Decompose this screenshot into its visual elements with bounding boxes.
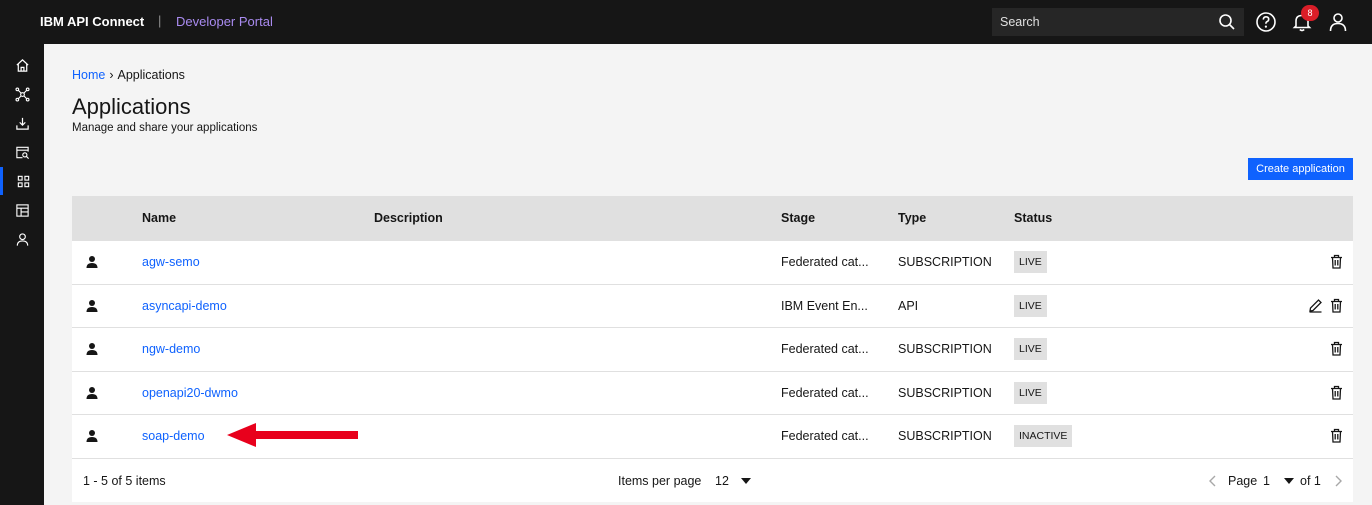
column-header-description[interactable]: Description <box>374 211 443 225</box>
app-type: SUBSCRIPTION <box>898 385 992 400</box>
nav-apis[interactable] <box>0 80 44 108</box>
edit-pencil-icon[interactable] <box>1308 298 1323 313</box>
nav-user[interactable] <box>0 225 44 253</box>
catalog-search-icon <box>15 146 29 159</box>
create-application-button[interactable]: Create application <box>1248 158 1353 180</box>
nav-dashboard[interactable] <box>0 196 44 224</box>
nav-applications[interactable] <box>0 167 44 195</box>
trash-icon[interactable] <box>1329 298 1344 313</box>
side-navigation <box>0 44 44 505</box>
page-total: of 1 <box>1300 473 1321 488</box>
app-name-link[interactable]: openapi20-dwmo <box>142 386 238 400</box>
next-page-icon[interactable] <box>1333 475 1343 487</box>
app-name-link[interactable]: asyncapi-demo <box>142 299 227 313</box>
previous-page-icon[interactable] <box>1208 475 1218 487</box>
dashboard-icon <box>15 203 29 217</box>
column-header-name[interactable]: Name <box>142 211 176 225</box>
app-stage: Federated cat... <box>781 255 869 269</box>
status-badge: LIVE <box>1014 338 1047 360</box>
person-icon <box>86 256 98 268</box>
notification-badge: 8 <box>1301 5 1319 21</box>
chevron-down-icon[interactable] <box>740 477 752 485</box>
user-profile-icon[interactable] <box>1327 11 1349 33</box>
pagination-bar: 1 - 5 of 5 items Items per page 12 Page … <box>72 457 1353 502</box>
app-type: SUBSCRIPTION <box>898 255 992 269</box>
status-badge: LIVE <box>1014 251 1047 273</box>
table-header: Name Description Stage Type Status <box>72 196 1353 240</box>
top-header: IBM API Connect | Developer Portal Searc… <box>0 0 1372 44</box>
apps-grid-icon <box>17 175 30 187</box>
app-stage: IBM Event En... <box>781 298 868 313</box>
app-type: SUBSCRIPTION <box>898 429 992 443</box>
person-icon <box>86 430 98 442</box>
app-stage: Federated cat... <box>781 342 869 356</box>
breadcrumb: Home › Applications <box>72 68 185 82</box>
apis-icon <box>14 86 30 102</box>
user-icon <box>16 232 28 246</box>
trash-icon[interactable] <box>1329 428 1344 443</box>
status-badge: LIVE <box>1014 294 1047 317</box>
app-name-link[interactable]: agw-semo <box>142 255 200 269</box>
app-type: SUBSCRIPTION <box>898 342 992 356</box>
chevron-down-icon[interactable] <box>1283 477 1295 485</box>
trash-icon[interactable] <box>1329 385 1344 400</box>
table-row: ngw-demo Federated cat... SUBSCRIPTION L… <box>72 327 1353 371</box>
download-icon <box>15 117 29 130</box>
items-per-page-label: Items per page <box>618 473 702 488</box>
help-icon[interactable] <box>1255 11 1277 33</box>
annotation-arrow-icon <box>227 423 358 447</box>
table-row: openapi20-dwmo Federated cat... SUBSCRIP… <box>72 370 1353 414</box>
page-select[interactable]: 1 <box>1263 474 1270 488</box>
breadcrumb-chevron-icon: › <box>109 68 114 82</box>
table-row: asyncapi-demo IBM Event En... API LIVE <box>72 283 1353 327</box>
column-header-stage[interactable]: Stage <box>781 211 815 225</box>
breadcrumb-home-link[interactable]: Home <box>72 68 105 82</box>
app-name-link[interactable]: soap-demo <box>142 429 205 443</box>
table-row: agw-semo Federated cat... SUBSCRIPTION L… <box>72 240 1353 284</box>
status-badge: INACTIVE <box>1014 425 1073 447</box>
search-box[interactable]: Search <box>992 8 1244 36</box>
column-header-status[interactable]: Status <box>1014 211 1052 225</box>
brand-separator: | <box>158 13 162 28</box>
pagination-range: 1 - 5 of 5 items <box>83 473 166 488</box>
brand-name[interactable]: IBM API Connect <box>40 14 144 29</box>
home-icon <box>15 58 29 72</box>
nav-catalog[interactable] <box>0 138 44 166</box>
page-title: Applications <box>72 94 191 119</box>
person-icon <box>86 299 98 312</box>
nav-download[interactable] <box>0 109 44 137</box>
breadcrumb-current: Applications <box>117 68 185 82</box>
app-name-link[interactable]: ngw-demo <box>142 342 200 356</box>
search-icon[interactable] <box>1218 13 1236 31</box>
person-icon <box>86 386 98 399</box>
items-per-page-select[interactable]: 12 <box>715 474 729 488</box>
column-header-type[interactable]: Type <box>898 211 926 225</box>
app-stage: Federated cat... <box>781 385 869 400</box>
search-input[interactable]: Search <box>1000 15 1040 29</box>
person-icon <box>86 343 98 355</box>
applications-table: Name Description Stage Type Status agw-s… <box>72 196 1353 502</box>
app-type: API <box>898 298 919 313</box>
portal-name[interactable]: Developer Portal <box>176 14 273 29</box>
status-badge: LIVE <box>1014 381 1047 404</box>
nav-home[interactable] <box>0 51 44 79</box>
page-label: Page <box>1228 473 1258 488</box>
trash-icon[interactable] <box>1329 254 1344 269</box>
app-stage: Federated cat... <box>781 429 869 443</box>
page-subtitle: Manage and share your applications <box>72 122 258 134</box>
trash-icon[interactable] <box>1329 341 1344 356</box>
